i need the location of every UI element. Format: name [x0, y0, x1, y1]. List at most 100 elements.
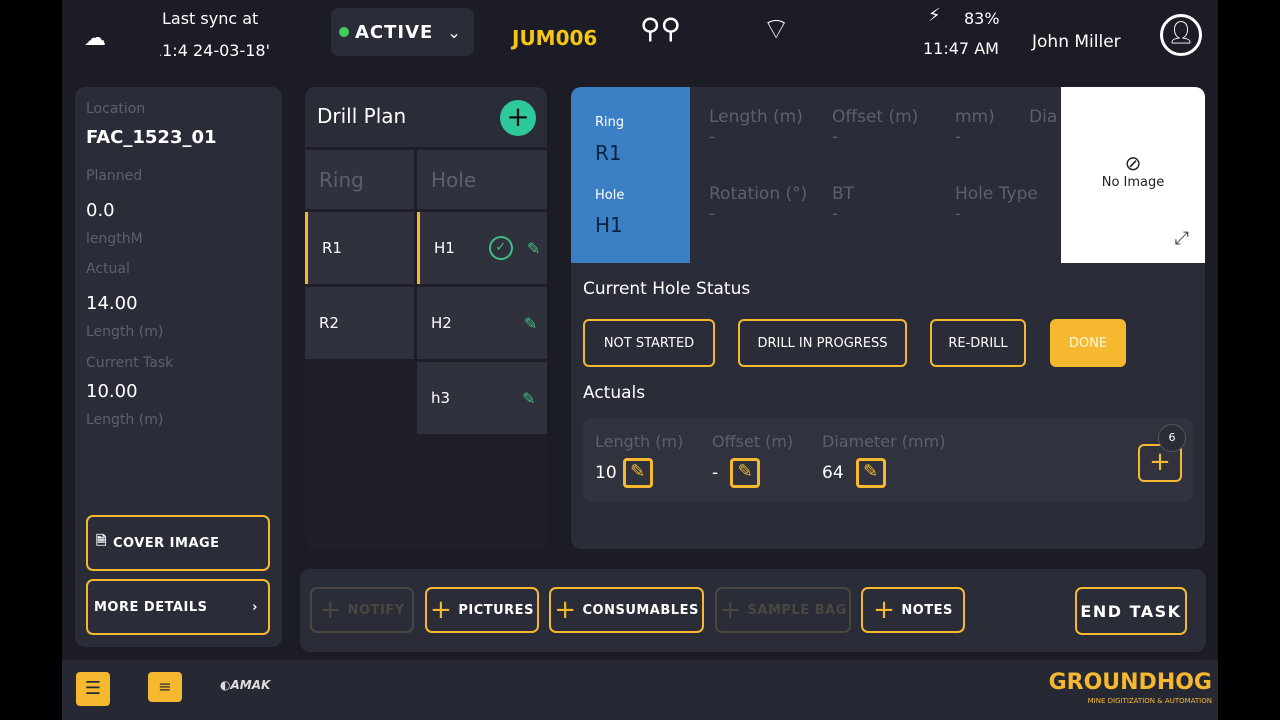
task-value: 10.00 [86, 381, 138, 402]
field-value: - [709, 204, 716, 224]
hole-name: H1 [434, 239, 455, 257]
actual-length-value: 10 [595, 463, 617, 483]
hole-name: H2 [431, 314, 452, 332]
hole-column-header: Hole [417, 150, 547, 209]
hole-item-h3[interactable]: h3 ✎ [417, 362, 547, 434]
status-not-started-button[interactable]: NOT STARTED [583, 319, 715, 367]
plus-icon: + [873, 595, 896, 625]
location-value: FAC_1523_01 [86, 127, 217, 148]
field-label: mm) [955, 107, 995, 127]
action-bar: + NOTIFY + PICTURES + CONSUMABLES + SAMPLE B… [300, 569, 1206, 652]
edit-pencil-icon[interactable]: ✎ [527, 239, 540, 258]
actual-diameter: 64 ✎ [822, 458, 886, 488]
actuals-count-badge: 6 [1158, 424, 1186, 452]
clock: 11:47 AM [923, 39, 999, 58]
cover-image-label: COVER IMAGE [112, 535, 220, 551]
actual-offset-label: Offset (m) [712, 432, 794, 451]
cloud-sync-icon[interactable]: ☁ [84, 26, 106, 51]
plan-field-mm: mm) - [955, 107, 995, 147]
map-pins-icon[interactable]: ⚲⚲ [640, 12, 681, 45]
edit-pencil-icon[interactable]: ✎ [522, 389, 535, 408]
chevron-right-icon: › [252, 599, 258, 615]
plus-icon: + [430, 595, 453, 625]
sync-time: '24-03-18 11:4 [160, 41, 270, 60]
battery-level: 83% [964, 9, 1000, 28]
sync-label: Last sync at [162, 9, 259, 28]
cover-image-button[interactable]: 🗎 COVER IMAGE [86, 515, 270, 571]
ring-column-header: Ring [305, 150, 414, 209]
status-dot [339, 27, 349, 37]
ring-label: Ring [595, 115, 625, 130]
status-re-drill-button[interactable]: RE-DRILL [930, 319, 1026, 367]
field-label: Length (m) [709, 107, 803, 127]
document-icon: 🗎 [96, 534, 107, 549]
consumables-label: CONSUMABLES [582, 602, 699, 618]
end-task-label: END TASK [1080, 601, 1182, 621]
edit-icon[interactable]: ✎ [730, 458, 761, 488]
footer: ☰ ≡ ◐AMAK GROUNDHOG MINE DIGITIZATION & … [62, 660, 1218, 720]
edit-icon[interactable]: ✎ [855, 458, 886, 488]
wifi-icon: ⌔ [762, 12, 791, 47]
hole-item-h2[interactable]: H2 ✎ [417, 287, 547, 359]
hole-item-h1[interactable]: H1 ✓ ✎ [417, 212, 547, 284]
notify-label: NOTIFY [347, 602, 405, 618]
sample-bag-label: SAMPLE BAG [747, 602, 847, 618]
chat-icon[interactable]: ≡ [148, 672, 182, 702]
chevron-down-icon: ⌄ [447, 22, 461, 42]
plus-icon: + [319, 595, 342, 625]
notes-button[interactable]: + NOTES [861, 587, 965, 633]
task-list-icon[interactable]: ☰ [76, 672, 110, 706]
ring-item-r2[interactable]: R2 [305, 287, 414, 359]
user-avatar-icon[interactable]: 👤︎ [1160, 14, 1202, 56]
location-label: Location [86, 101, 146, 117]
edit-icon[interactable]: ✎ [622, 458, 653, 488]
expand-icon[interactable]: ⤢ [1175, 228, 1189, 249]
plan-field-length: Length (m) - [709, 107, 803, 147]
notify-button[interactable]: + NOTIFY [310, 587, 414, 633]
field-value: - [955, 127, 962, 147]
actual-diameter-label: Diameter (mm) [822, 432, 946, 451]
machine-id: JUM006 [512, 26, 598, 50]
field-value: - [832, 204, 839, 224]
field-value: - [955, 204, 962, 224]
hole-value: H1 [595, 213, 623, 237]
edit-pencil-icon[interactable]: ✎ [524, 314, 537, 333]
actuals-title: Actuals [583, 383, 646, 403]
add-hole-button[interactable]: + [500, 100, 536, 136]
drill-plan-panel: Drill Plan + Ring Hole R1 R2 H1 ✓ ✎ H2 ✎… [305, 87, 547, 549]
actual-label: Actual [86, 261, 130, 277]
hole-image[interactable]: ⊘ No Image ⤢ [1061, 87, 1205, 263]
amak-logo: ◐AMAK [220, 678, 271, 692]
hole-label: Hole [595, 188, 625, 203]
task-label: Current Task [86, 355, 174, 371]
status-done-button[interactable]: DONE [1050, 319, 1126, 367]
status-drill-in-progress-button[interactable]: DRILL IN PROGRESS [738, 319, 907, 367]
more-details-button[interactable]: MORE DETAILS › [86, 579, 270, 635]
field-value: - [709, 127, 716, 147]
no-image-label: No Image [1101, 175, 1165, 190]
planned-label: Planned [86, 168, 143, 184]
ring-item-r1[interactable]: R1 [305, 212, 414, 284]
plan-field-dia: Dia [1029, 107, 1057, 127]
actual-offset: - ✎ [712, 458, 761, 488]
end-task-button[interactable]: END TASK [1075, 587, 1187, 635]
sample-bag-button[interactable]: + SAMPLE BAG [715, 587, 851, 633]
plan-field-hole-type: Hole Type - [955, 184, 1038, 224]
planned-unit: lengthM [86, 231, 143, 247]
groundhog-logo: GROUNDHOG [1048, 670, 1212, 695]
actuals-card: Length (m) 10 ✎ Offset (m) - ✎ Diameter (m… [583, 418, 1193, 502]
actual-length-label: Length (m) [595, 432, 684, 451]
planned-value: 0.0 [86, 200, 115, 221]
status-dropdown[interactable]: ACTIVE ⌄ [331, 8, 474, 56]
consumables-button[interactable]: + CONSUMABLES [549, 587, 704, 633]
notes-label: NOTES [901, 602, 953, 618]
app: ☁ Last sync at '24-03-18 11:4 ACTIVE ⌄ J… [62, 0, 1218, 720]
battery-icon: ⚡ [928, 5, 941, 26]
plan-field-bt: BT - [832, 184, 854, 224]
check-circle-icon: ✓ [488, 236, 513, 260]
plan-field-rotation: Rotation (°) - [709, 184, 807, 224]
plan-field-offset: Offset (m) - [832, 107, 918, 147]
pictures-button[interactable]: + PICTURES [425, 587, 539, 633]
field-label: BT [832, 184, 855, 204]
actual-length: 10 ✎ [595, 458, 653, 488]
